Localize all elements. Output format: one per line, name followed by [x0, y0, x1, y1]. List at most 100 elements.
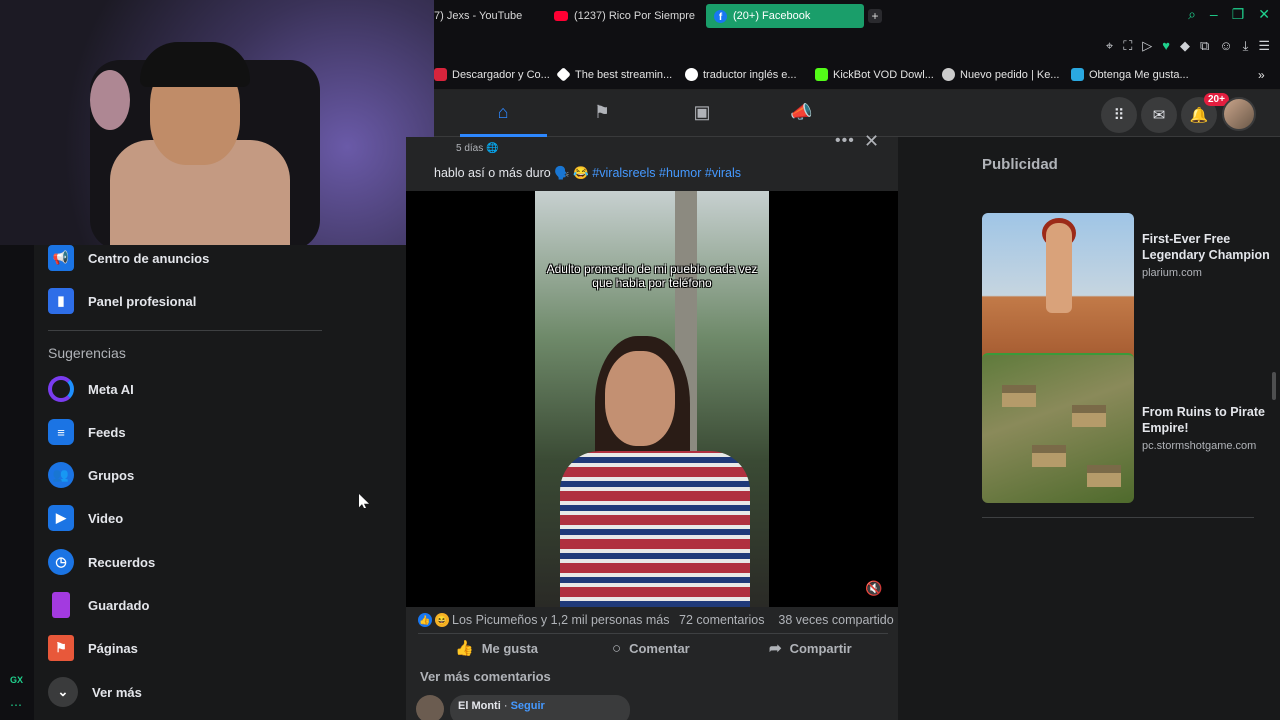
sidebar-item-label: Recuerdos	[88, 554, 156, 570]
ad-text-block[interactable]: From Ruins to Pirate Empire! pc.stormsho…	[1142, 404, 1272, 452]
bookmark-item[interactable]: Nuevo pedido | Ke...	[942, 68, 1059, 81]
sidebar-item-centro-anuncios[interactable]: 📢 Centro de anuncios	[48, 240, 209, 276]
ad-image-pirate[interactable]	[982, 353, 1134, 503]
extension-cube-icon[interactable]: ◆	[1180, 38, 1190, 54]
tab-youtube-rico[interactable]: (1237) Rico Por Siempre	[546, 4, 703, 28]
sidebar-item-feeds[interactable]: ≡ Feeds	[48, 414, 126, 450]
like-reaction-icon: 👍	[418, 613, 432, 627]
scrollbar[interactable]	[1272, 372, 1276, 400]
sidebar-item-panel-profesional[interactable]: ▮ Panel profesional	[48, 283, 196, 319]
ad-hut	[1072, 405, 1106, 427]
tab-facebook[interactable]: f (20+) Facebook	[706, 4, 864, 28]
bookmark-icon	[52, 592, 70, 618]
comment-bubble: El Monti · Seguir	[450, 695, 630, 720]
avatar-icon	[942, 68, 955, 81]
ad-hut	[1032, 445, 1066, 467]
webcam-overlay	[0, 0, 434, 245]
sidebar-item-video[interactable]: ▶ Video	[48, 500, 123, 536]
home-icon[interactable]: ⌂	[492, 102, 514, 124]
comments-count[interactable]: 72 comentarios	[679, 613, 764, 627]
groups-icon: 👥	[48, 462, 74, 488]
sidebar-item-label: Panel profesional	[88, 293, 197, 309]
profile-icon[interactable]: ☺	[1219, 38, 1232, 54]
sidebar-item-recuerdos[interactable]: ◷ Recuerdos	[48, 544, 155, 580]
ad-text-block[interactable]: First-Ever Free Legendary Champion plari…	[1142, 231, 1272, 279]
play-icon[interactable]: ▷	[1142, 38, 1152, 54]
youtube-icon	[554, 11, 568, 21]
sidebar-item-grupos[interactable]: 👥 Grupos	[48, 457, 134, 493]
sidebar-item-label: Meta AI	[88, 381, 134, 397]
share-button[interactable]: ➦ Compartir	[769, 639, 852, 657]
restore-icon[interactable]: ❐	[1232, 6, 1245, 23]
bell-icon: 🔔	[1189, 107, 1209, 124]
bookmark-item[interactable]: Descargador y Co...	[434, 68, 550, 81]
globe-icon: 🌐	[486, 143, 499, 154]
sidebar-item-label: Guardado	[88, 597, 150, 613]
bookmark-item[interactable]: The best streamin...	[556, 67, 672, 82]
bookmark-label: KickBot VOD Dowl...	[833, 68, 934, 81]
sidebar-item-label: Ver más	[92, 684, 142, 700]
post-close-button[interactable]: ✕	[864, 131, 879, 152]
meta-ai-ring-icon	[48, 376, 74, 402]
sidebar-item-label: Video	[88, 510, 124, 526]
tab-youtube-jexs[interactable]: 7) Jexs - YouTube	[426, 4, 530, 28]
heart-icon[interactable]: ♥	[1162, 38, 1170, 54]
sidebar-item-label: Grupos	[88, 467, 135, 483]
flag-icon: ⚑	[48, 635, 74, 661]
bookmark-item[interactable]: Obtenga Me gusta...	[1071, 68, 1189, 81]
share-arrow-icon: ➦	[769, 640, 782, 657]
megaphone-icon[interactable]: 📣	[790, 102, 812, 124]
sidebar-divider	[48, 330, 322, 331]
mute-icon[interactable]: 🔇	[865, 580, 882, 597]
thumbs-up-icon: 👍	[455, 640, 474, 657]
haha-reaction-icon: 😆	[435, 613, 449, 627]
menu-icon[interactable]: ☰	[1258, 38, 1270, 54]
video-gallery-icon[interactable]: ▣	[691, 102, 713, 124]
actions-divider	[418, 633, 888, 634]
hashtag-link[interactable]: #virals	[705, 166, 741, 180]
puzzle-icon[interactable]: ⧉	[1200, 38, 1209, 54]
account-avatar[interactable]	[1222, 97, 1256, 131]
menu-grid-button[interactable]: ⠿	[1101, 97, 1137, 133]
messenger-button[interactable]: ✉	[1141, 97, 1177, 133]
post-reactions[interactable]: 👍 😆 Los Picumeños y 1,2 mil personas más	[418, 613, 669, 627]
shares-count[interactable]: 38 veces compartido	[778, 613, 893, 627]
megaphone-icon: 📢	[48, 245, 74, 271]
facebook-icon: f	[714, 9, 727, 23]
sidebar-item-guardado[interactable]: Guardado	[48, 587, 149, 623]
snapshot-icon[interactable]: ⛶	[1123, 38, 1132, 54]
post-caption-text: hablo así o más duro 🗣️ 😂	[434, 166, 593, 180]
hashtag-link[interactable]: #viralsreels	[592, 166, 655, 180]
view-more-comments-link[interactable]: Ver más comentarios	[420, 669, 551, 684]
hashtag-link[interactable]: #humor	[659, 166, 701, 180]
minimize-icon[interactable]: –	[1210, 6, 1218, 23]
feeds-icon: ≡	[48, 419, 74, 445]
like-button[interactable]: 👍 Me gusta	[455, 639, 538, 657]
sidebar-item-paginas[interactable]: ⚑ Páginas	[48, 630, 138, 666]
bookmarks-overflow-icon[interactable]: »	[1258, 68, 1265, 82]
ad-hut	[1002, 385, 1036, 407]
video-frame[interactable]	[535, 191, 769, 607]
comment-button[interactable]: ○ Comentar	[612, 639, 690, 657]
download-icon[interactable]: ⤓	[1243, 38, 1249, 54]
close-icon[interactable]: ✕	[1258, 6, 1270, 23]
follow-link[interactable]: Seguir	[511, 700, 545, 712]
sidebar-item-ver-mas[interactable]: ⌄ Ver más	[48, 674, 142, 710]
new-tab-button[interactable]: +	[868, 9, 882, 23]
post-options-button[interactable]: •••	[835, 132, 855, 150]
sidebar-item-meta-ai[interactable]: Meta AI	[48, 371, 134, 407]
more-dots-icon[interactable]: ⋯	[10, 698, 22, 712]
comment-bubble-icon: ○	[612, 639, 622, 657]
bookmark-item[interactable]: traductor inglés e...	[685, 68, 797, 81]
comment-author[interactable]: El Monti	[458, 700, 501, 712]
search-icon[interactable]: ⌕	[1188, 6, 1196, 23]
post-timestamp[interactable]: 5 días 🌐	[456, 143, 498, 154]
comment-avatar[interactable]	[416, 695, 444, 720]
gx-logo[interactable]: GX	[10, 675, 23, 685]
kick-icon	[815, 68, 828, 81]
ad-image-champion[interactable]	[982, 213, 1134, 363]
tab-label: (1237) Rico Por Siempre	[574, 10, 696, 22]
pin-icon[interactable]: ⌖	[1106, 38, 1113, 54]
flag-icon[interactable]: ⚑	[591, 102, 613, 124]
bookmark-item[interactable]: KickBot VOD Dowl...	[815, 68, 934, 81]
